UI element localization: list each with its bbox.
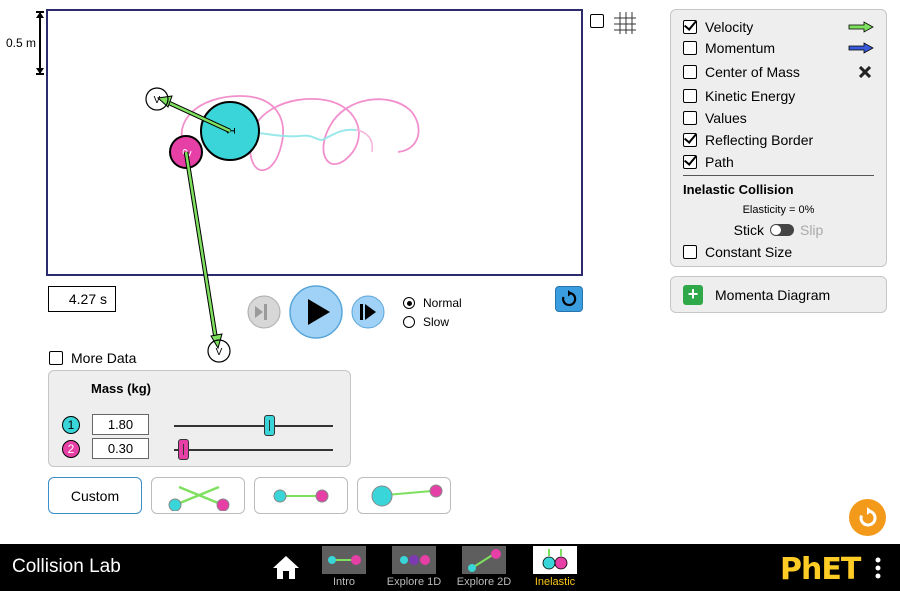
navigation-bar: Collision Lab Intro Explore 1D Explore 2…	[0, 544, 900, 591]
reset-all-button[interactable]	[849, 499, 886, 536]
speed-slow-radio[interactable]	[403, 316, 415, 328]
grid-icon	[614, 12, 636, 34]
more-data-checkbox[interactable]	[49, 351, 63, 365]
momenta-diagram-label: Momenta Diagram	[715, 286, 831, 303]
ball-1-mass-slider[interactable]	[263, 415, 275, 436]
preset-chase-button[interactable]	[357, 477, 451, 514]
phet-logo[interactable]: PhET	[780, 552, 861, 587]
path-toggle[interactable]: Path	[683, 152, 734, 172]
reflecting-border-toggle[interactable]: Reflecting Border	[683, 130, 813, 150]
playback-controls	[247, 285, 385, 339]
constant-size-toggle[interactable]: Constant Size	[683, 242, 792, 262]
velocity-label: Velocity	[705, 19, 754, 35]
preset-head-on-icon	[273, 489, 329, 502]
stick-label: Stick	[733, 222, 764, 238]
tab-explore-1d-thumbnail	[392, 546, 436, 574]
more-data-label: More Data	[71, 350, 137, 366]
momentum-label: Momentum	[705, 40, 776, 56]
constant-size-checkbox[interactable]	[683, 245, 697, 259]
values-toggle[interactable]: Values	[683, 108, 747, 128]
preset-cross-button[interactable]	[151, 477, 245, 514]
panel-divider	[683, 175, 874, 176]
speed-normal-option[interactable]: Normal	[403, 296, 462, 310]
restart-icon	[562, 290, 577, 307]
mass-panel: Mass (kg) 1 1.80 2 0.30	[48, 370, 351, 467]
svg-text:V: V	[216, 347, 223, 358]
grid-checkbox[interactable]	[590, 14, 604, 28]
more-data-toggle[interactable]: More Data	[49, 350, 136, 366]
ball-1-mass-input[interactable]: 1.80	[92, 414, 149, 435]
play-area[interactable]	[46, 9, 583, 276]
tab-intro-thumbnail	[322, 546, 366, 574]
reset-all-icon	[859, 506, 877, 526]
tab-explore-1d-label: Explore 1D	[386, 576, 442, 588]
mass-title: Mass (kg)	[91, 381, 151, 396]
restart-button[interactable]	[555, 286, 583, 312]
stick-slip-toggle[interactable]	[769, 224, 794, 236]
ball-2-badge: 2	[62, 440, 80, 458]
preset-cross-icon	[168, 485, 230, 511]
values-label: Values	[705, 110, 747, 126]
preset-chase-icon	[371, 484, 443, 506]
reflecting-border-label: Reflecting Border	[705, 132, 814, 148]
elasticity-readout: Elasticity = 0%	[742, 204, 815, 216]
velocity-handle-2[interactable]: V	[207, 339, 231, 363]
reflecting-border-checkbox[interactable]	[683, 133, 697, 147]
app-title: Collision Lab	[12, 556, 121, 577]
scale-label: 0.5 m	[6, 36, 37, 50]
center-of-mass-toggle[interactable]: Center of Mass	[683, 62, 800, 82]
momenta-diagram-accordion[interactable]: + Momenta Diagram	[670, 276, 887, 313]
play-button[interactable]	[289, 285, 343, 339]
green-arrow-icon	[848, 21, 874, 33]
center-of-mass-label: Center of Mass	[705, 64, 800, 80]
step-forward-button[interactable]	[351, 295, 385, 329]
ball-1-mass-track	[174, 425, 333, 427]
path-checkbox[interactable]	[683, 155, 697, 169]
velocity-toggle[interactable]: Velocity	[683, 17, 753, 37]
constant-size-label: Constant Size	[705, 244, 793, 260]
blue-arrow-icon	[848, 42, 874, 54]
speed-slow-option[interactable]: Slow	[403, 315, 449, 329]
tab-intro-label: Intro	[332, 576, 355, 588]
speed-normal-label: Normal	[423, 296, 462, 310]
time-readout: 4.27 s	[48, 286, 116, 312]
kebab-menu-icon[interactable]	[874, 556, 882, 580]
momentum-toggle[interactable]: Momentum	[683, 38, 775, 58]
path-label: Path	[705, 154, 734, 170]
kinetic-energy-checkbox[interactable]	[683, 89, 697, 103]
ball-2-mass-input[interactable]: 0.30	[92, 438, 149, 459]
tab-intro[interactable]: Intro	[308, 546, 380, 588]
kinetic-energy-label: Kinetic Energy	[705, 88, 796, 104]
step-backward-button[interactable]	[247, 295, 281, 329]
tab-explore-2d-thumbnail	[462, 546, 506, 574]
preset-custom-button[interactable]: Custom	[48, 477, 142, 514]
tab-explore-1d[interactable]: Explore 1D	[378, 546, 450, 588]
x-mark-icon	[859, 66, 871, 78]
velocity-checkbox[interactable]	[683, 20, 697, 34]
ball-2-mass-slider[interactable]	[178, 439, 190, 460]
momentum-checkbox[interactable]	[683, 41, 697, 55]
values-checkbox[interactable]	[683, 111, 697, 125]
center-of-mass-checkbox[interactable]	[683, 65, 697, 79]
home-icon[interactable]	[271, 554, 301, 580]
slip-label: Slip	[799, 222, 824, 238]
scale-bar	[36, 11, 44, 75]
speed-normal-radio[interactable]	[403, 297, 415, 309]
tab-inelastic-label: Inelastic	[534, 576, 576, 588]
inelastic-title: Inelastic Collision	[683, 182, 794, 197]
tab-explore-2d-label: Explore 2D	[456, 576, 512, 588]
preset-head-on-button[interactable]	[254, 477, 348, 514]
tab-inelastic-thumbnail	[533, 546, 577, 574]
ball-2-mass-track	[174, 449, 333, 451]
speed-slow-label: Slow	[423, 315, 450, 329]
ball-1-badge: 1	[62, 416, 80, 434]
tab-explore-2d[interactable]: Explore 2D	[448, 546, 520, 588]
stick-slip-switch: Stick Slip	[671, 222, 886, 238]
visibility-panel: Velocity Momentum Center of Mass Kinetic…	[670, 9, 887, 267]
tab-inelastic[interactable]: Inelastic	[519, 546, 591, 588]
plus-icon[interactable]: +	[683, 284, 703, 305]
kinetic-energy-toggle[interactable]: Kinetic Energy	[683, 86, 795, 106]
